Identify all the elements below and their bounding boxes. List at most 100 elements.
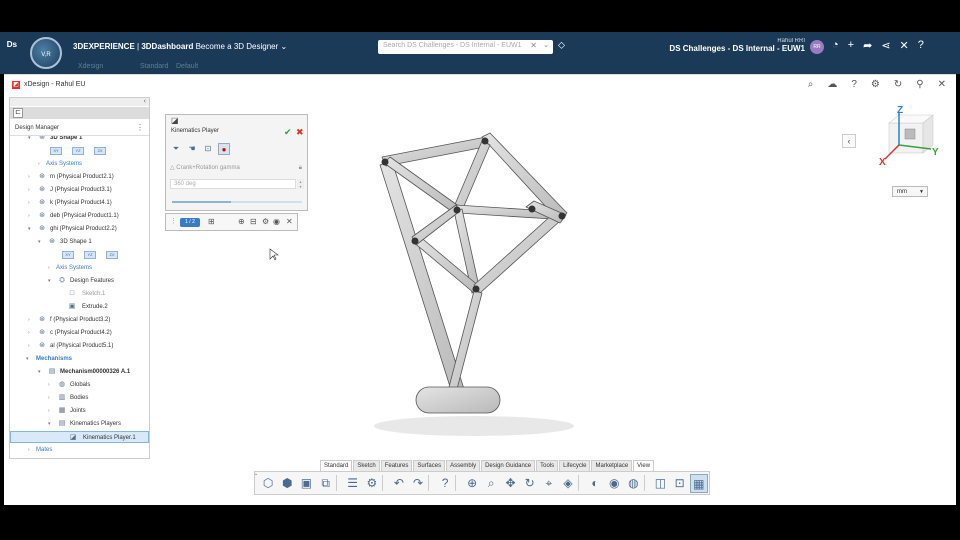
plane-icon[interactable]: YZ [72,147,84,155]
tree-row[interactable]: ▾ Mechanisms [10,353,149,365]
tree-row[interactable]: › Axis Systems [10,158,149,170]
subbar-item-app[interactable]: Xdesign [78,63,103,70]
collapsed-chevron-icon[interactable]: › [38,158,40,170]
zoom-area-icon[interactable]: ⌖ [540,474,558,493]
expanded-chevron-icon[interactable]: ▾ [26,353,29,365]
tree-row[interactable]: › ⊛ k (Physical Product4.1) [10,197,149,209]
gear-icon[interactable]: ⚙ [871,79,880,90]
tools-icon[interactable]: ✕ [900,39,909,52]
tree-row[interactable]: › ◍ Globals [10,379,149,391]
expanded-chevron-icon[interactable]: ▾ [28,136,31,144]
tree-row[interactable]: ▾ ▤ Mechanism00000326 A.1 [10,366,149,378]
search-input[interactable]: Search DS Challenges - DS Internal - EUW… [378,40,553,54]
hide-show-icon[interactable]: ◐ [586,474,604,493]
collapsed-chevron-icon[interactable]: › [48,262,50,274]
cloud-icon[interactable]: ☁ [827,79,837,90]
pin-icon[interactable]: ⚲ [916,79,923,90]
help-icon[interactable]: ? [436,474,454,493]
back-arrow-icon[interactable]: ‹ [842,134,856,148]
tree-row[interactable]: ▾ ⊛ 3D Shape 1 [10,136,149,144]
collapsed-chevron-icon[interactable]: › [28,184,30,196]
help-icon[interactable]: ? [851,79,857,90]
redo-icon[interactable]: ↷ [409,474,427,493]
tree-row[interactable]: ▾ ⛭ Design Features [10,275,149,287]
expanded-chevron-icon[interactable]: ▾ [48,275,51,287]
tree-row[interactable]: › ⊛ al (Physical Product5.1) [10,340,149,352]
tree-row[interactable]: › ⊛ c (Physical Product4.2) [10,327,149,339]
tree-row[interactable]: › ⊛ m (Physical Product2.1) [10,171,149,183]
share-icon[interactable]: ➦ [863,39,872,52]
measure-icon[interactable]: ⊡ [671,474,689,493]
display-icon[interactable]: ▦ [689,473,708,493]
tree-row[interactable]: ▾ ⊛ 3D Shape 1 [10,236,149,248]
project-name[interactable]: Become a 3D Designer [196,42,279,51]
help-icon[interactable]: ? [918,39,924,52]
render-icon[interactable]: ◉ [605,474,623,493]
settings-icon[interactable]: ⚙ [363,474,381,493]
user-info[interactable]: Rahul RRI DS Challenges - DS Internal - … [650,38,805,53]
tree-row[interactable]: ▾ ⊛ ghi (Physical Product2.2) [10,223,149,235]
collapsed-chevron-icon[interactable]: › [28,197,30,209]
section-icon[interactable]: ◫ [651,474,669,493]
plane-icon[interactable]: ZX [94,147,106,155]
avatar[interactable]: RR [810,40,824,54]
toolbar-expand-icon[interactable]: ⌄ [254,471,260,495]
close-icon[interactable]: ✕ [530,41,537,50]
expanded-chevron-icon[interactable]: ▾ [38,366,41,378]
zoom-icon[interactable]: ⌕ [482,474,500,493]
chevron-down-icon[interactable]: ⌄ [281,42,288,51]
pan-icon[interactable]: ✥ [501,474,519,493]
tree-row[interactable]: › ▦ Joints [10,405,149,417]
tree-row[interactable]: ▾ ▤ Kinematics Players [10,418,149,430]
search-icon[interactable]: ⌕ [808,79,814,90]
tag-icon[interactable]: ⬦ [558,40,565,51]
tree-row[interactable]: › ⊛ J (Physical Product3.1) [10,184,149,196]
tree-row[interactable]: ▣ Extrude.2 [10,301,149,313]
subbar-item-standard[interactable]: Standard [140,63,168,70]
subbar-item-default[interactable]: Default [176,63,198,70]
save-icon[interactable]: ▣ [297,474,315,493]
plane-icon[interactable]: XY [62,251,74,259]
collapse-panel-icon[interactable]: ‹ [10,98,149,106]
collapsed-chevron-icon[interactable]: › [28,327,30,339]
orientation-triad[interactable]: Z X Y [877,105,939,167]
collapsed-chevron-icon[interactable]: › [28,314,30,326]
expanded-chevron-icon[interactable]: ▾ [28,223,31,235]
undo-icon[interactable]: ↶ [390,474,408,493]
unit-select[interactable]: mm ▼ [892,186,928,197]
expanded-chevron-icon[interactable]: ▾ [48,418,51,430]
network-icon[interactable]: ⋖ [881,39,890,52]
tree-row[interactable]: › Mates [10,444,149,456]
rotate-icon[interactable]: ↻ [521,474,539,493]
collapsed-chevron-icon[interactable]: › [48,379,50,391]
close-icon[interactable]: ✕ [938,79,946,90]
collapsed-chevron-icon[interactable]: › [28,444,30,456]
new-part-icon[interactable]: ⬡ [259,474,277,493]
tree-row[interactable]: □ Sketch.1 [10,288,149,300]
view-cube-icon[interactable]: ◈ [559,474,577,493]
ds-logo-icon[interactable]: ᴰˢ [7,39,17,53]
refresh-icon[interactable]: ↻ [894,79,902,90]
3d-viewport[interactable] [154,95,954,465]
expanded-chevron-icon[interactable]: ▾ [38,236,41,248]
tree-row[interactable]: › ▥ Bodies [10,392,149,404]
open-icon[interactable]: ⬢ [278,474,296,493]
more-options-icon[interactable]: ⋮ [136,123,144,132]
tree-row[interactable]: › ⊛ f (Physical Product3.2) [10,314,149,326]
lock-view-icon[interactable]: ⊕ [463,474,481,493]
plane-icon[interactable]: YZ [84,251,96,259]
plane-icon[interactable]: XY [50,147,62,155]
collapsed-chevron-icon[interactable]: › [48,405,50,417]
save-as-icon[interactable]: ⧉ [317,474,335,493]
brand-title[interactable]: 3DEXPERIENCE | 3DDashboard Become a 3D D… [73,42,287,51]
compass-icon[interactable]: V,R [30,37,62,69]
chevron-down-icon[interactable]: ▼ [919,187,924,197]
properties-icon[interactable]: ☰ [344,474,362,493]
tree-tab-icon[interactable]: ⊏ [13,108,23,118]
collapsed-chevron-icon[interactable]: › [28,340,30,352]
material-icon[interactable]: ◍ [624,474,642,493]
collapsed-chevron-icon[interactable]: › [28,171,30,183]
collapsed-chevron-icon[interactable]: › [28,210,30,222]
add-icon[interactable]: + [848,39,854,52]
tree-row[interactable]: › Axis Systems [10,262,149,274]
